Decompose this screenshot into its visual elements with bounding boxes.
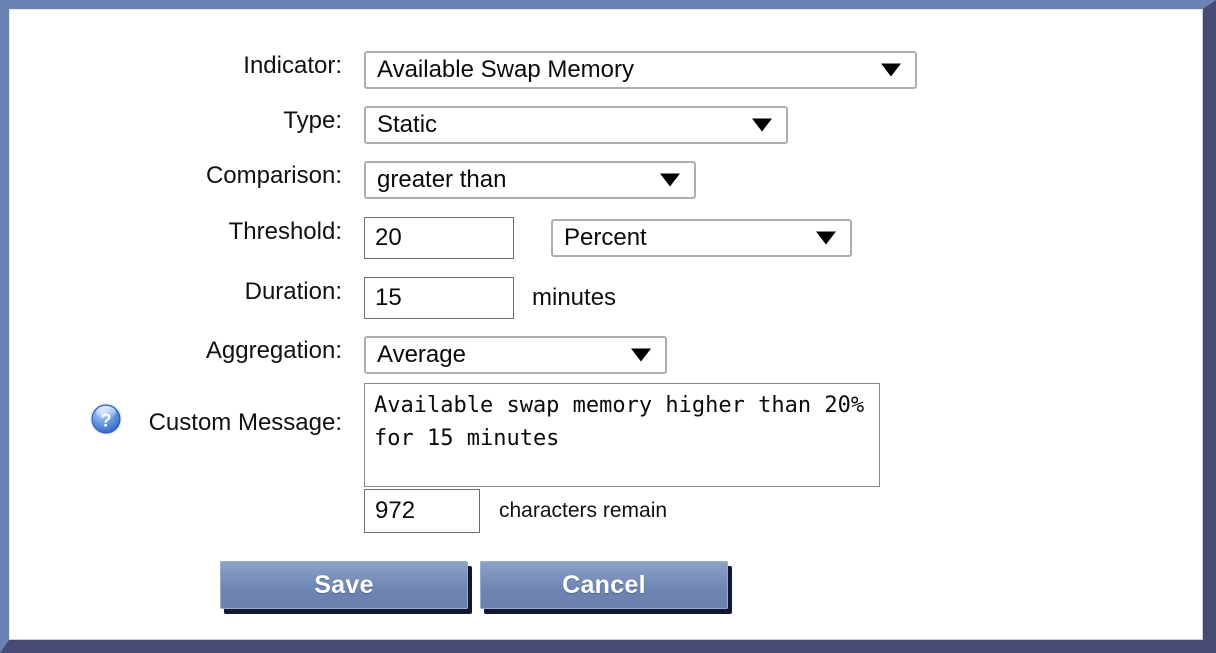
chevron-down-icon — [816, 231, 836, 245]
duration-label: Duration: — [244, 278, 342, 305]
chevron-down-icon — [881, 63, 901, 77]
duration-field-wrap: 15 minutes — [364, 277, 616, 319]
threshold-unit-value: Percent — [564, 224, 647, 251]
custom-message-label: Custom Message: — [148, 409, 342, 436]
indicator-label: Indicator: — [243, 52, 342, 79]
row-comparison: Comparison: greater than — [10, 161, 696, 199]
chevron-down-icon — [631, 348, 651, 362]
chevron-down-icon — [752, 118, 772, 132]
row-custom-message: Custom Message: Available swap memory hi… — [10, 383, 880, 487]
window-frame: Indicator: Available Swap Memory Type: S… — [0, 0, 1216, 653]
chevron-down-icon — [660, 173, 680, 187]
type-select[interactable]: Static — [364, 106, 788, 144]
char-count-label: characters remain — [499, 499, 668, 522]
char-count-field-wrap: 972 characters remain — [364, 489, 667, 533]
char-count-input: 972 — [364, 489, 480, 533]
save-button[interactable]: Save — [220, 561, 468, 609]
aggregation-select[interactable]: Average — [364, 336, 667, 374]
row-indicator: Indicator: Available Swap Memory — [10, 51, 917, 89]
row-aggregation: Aggregation: Average — [10, 336, 667, 374]
comparison-label: Comparison: — [205, 162, 342, 189]
aggregation-label: Aggregation: — [205, 337, 342, 364]
type-select-value: Static — [377, 111, 438, 138]
custom-message-field-wrap: Available swap memory higher than 20% fo… — [364, 383, 880, 487]
duration-input[interactable]: 15 — [364, 277, 514, 319]
alert-definition-panel: Indicator: Available Swap Memory Type: S… — [9, 9, 1203, 640]
type-label: Type: — [283, 107, 342, 134]
comparison-select[interactable]: greater than — [364, 161, 696, 199]
threshold-label: Threshold: — [228, 218, 342, 245]
custom-message-textarea[interactable]: Available swap memory higher than 20% fo… — [364, 383, 880, 487]
row-type: Type: Static — [10, 106, 788, 144]
comparison-select-value: greater than — [377, 166, 507, 193]
duration-unit-label: minutes — [532, 284, 617, 311]
aggregation-field-wrap: Average — [364, 336, 667, 374]
indicator-select-value: Available Swap Memory — [377, 56, 635, 83]
row-threshold: Threshold: 20 Percent — [10, 217, 852, 259]
comparison-field-wrap: greater than — [364, 161, 696, 199]
row-char-count: 972 characters remain — [10, 489, 667, 533]
threshold-input[interactable]: 20 — [364, 217, 514, 259]
row-duration: Duration: 15 minutes — [10, 277, 616, 319]
indicator-field-wrap: Available Swap Memory — [364, 51, 917, 89]
indicator-select[interactable]: Available Swap Memory — [364, 51, 917, 89]
aggregation-select-value: Average — [377, 341, 466, 368]
cancel-button[interactable]: Cancel — [480, 561, 728, 609]
threshold-unit-select[interactable]: Percent — [551, 219, 852, 257]
type-field-wrap: Static — [364, 106, 788, 144]
threshold-field-wrap: 20 Percent — [364, 217, 852, 259]
